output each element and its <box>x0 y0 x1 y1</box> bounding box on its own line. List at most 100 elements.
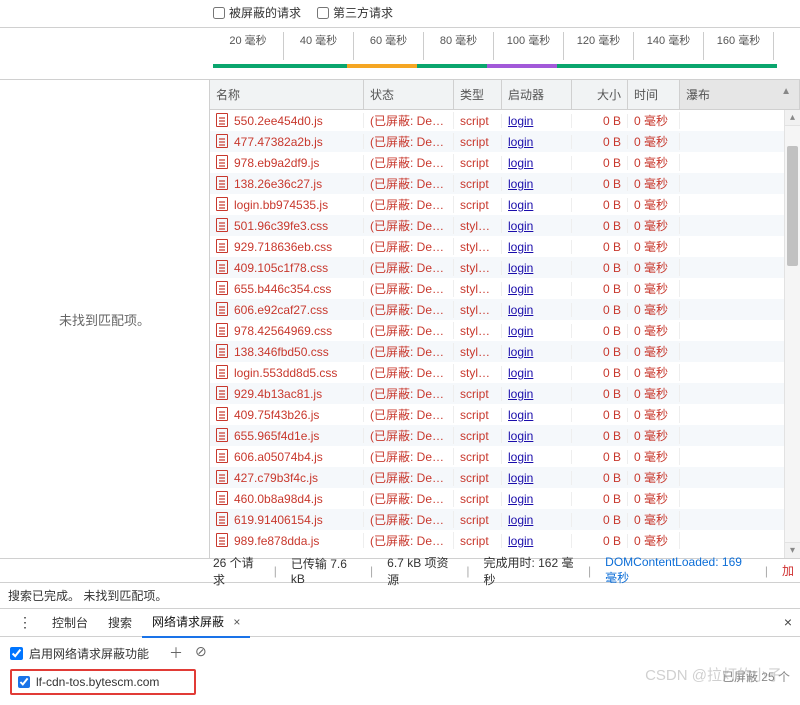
clear-patterns-icon[interactable]: ⊘ <box>195 643 207 663</box>
cell-initiator[interactable]: login <box>502 219 572 233</box>
cell-type: script <box>454 198 502 212</box>
third-party-filter[interactable]: 第三方请求 <box>317 4 393 21</box>
table-row[interactable]: login.bb974535.js(已屏蔽: De…scriptlogin0 B… <box>210 194 784 215</box>
cell-initiator[interactable]: login <box>502 282 572 296</box>
cell-initiator[interactable]: login <box>502 324 572 338</box>
cell-time: 0 毫秒 <box>628 322 680 339</box>
col-header-waterfall[interactable]: 瀑布▲ <box>680 80 800 109</box>
cell-type: script <box>454 408 502 422</box>
scroll-thumb[interactable] <box>787 146 798 266</box>
table-row[interactable]: 978.42564969.css(已屏蔽: De…styles…login0 B… <box>210 320 784 341</box>
cell-initiator[interactable]: login <box>502 387 572 401</box>
file-icon <box>216 113 228 127</box>
table-row[interactable]: 606.a05074b4.js(已屏蔽: De…scriptlogin0 B0 … <box>210 446 784 467</box>
cell-initiator[interactable]: login <box>502 534 572 548</box>
blocking-pattern-row[interactable]: lf-cdn-tos.bytescm.com <box>10 669 196 695</box>
table-row[interactable]: 929.718636eb.css(已屏蔽: De…styles…login0 B… <box>210 236 784 257</box>
cell-initiator[interactable]: login <box>502 156 572 170</box>
file-icon <box>216 533 228 547</box>
cell-initiator[interactable]: login <box>502 114 572 128</box>
cell-initiator[interactable]: login <box>502 429 572 443</box>
tab-close-icon[interactable]: × <box>233 615 240 629</box>
table-row[interactable]: 989.fe878dda.js(已屏蔽: De…scriptlogin0 B0 … <box>210 530 784 551</box>
table-row[interactable]: 655.965f4d1e.js(已屏蔽: De…scriptlogin0 B0 … <box>210 425 784 446</box>
cell-size: 0 B <box>572 177 628 191</box>
cell-type: script <box>454 156 502 170</box>
file-icon <box>216 344 228 358</box>
tab-search[interactable]: 搜索 <box>98 608 142 637</box>
pattern-enabled-checkbox[interactable] <box>18 676 30 688</box>
cell-type: script <box>454 471 502 485</box>
cell-size: 0 B <box>572 408 628 422</box>
blocked-requests-filter[interactable]: 被屏蔽的请求 <box>213 4 301 21</box>
cell-initiator[interactable]: login <box>502 345 572 359</box>
cell-initiator[interactable]: login <box>502 408 572 422</box>
cell-status: (已屏蔽: De… <box>364 175 454 192</box>
tab-console[interactable]: 控制台 <box>42 608 98 637</box>
drawer-close-icon[interactable]: × <box>784 614 792 630</box>
col-header-status[interactable]: 状态 <box>364 80 454 109</box>
third-party-checkbox[interactable] <box>317 7 329 19</box>
timeline-bar <box>487 64 557 68</box>
cell-initiator[interactable]: login <box>502 135 572 149</box>
cell-initiator[interactable]: login <box>502 513 572 527</box>
scroll-up-icon[interactable]: ▴ <box>785 110 800 126</box>
col-header-name[interactable]: 名称 <box>210 80 364 109</box>
table-row[interactable]: 409.75f43b26.js(已屏蔽: De…scriptlogin0 B0 … <box>210 404 784 425</box>
col-header-initiator[interactable]: 启动器 <box>502 80 572 109</box>
cell-time: 0 毫秒 <box>628 427 680 444</box>
sort-arrow-icon: ▲ <box>781 86 791 97</box>
table-row[interactable]: 550.2ee454d0.js(已屏蔽: De…scriptlogin0 B0 … <box>210 110 784 131</box>
table-row[interactable]: 655.b446c354.css(已屏蔽: De…styles…login0 B… <box>210 278 784 299</box>
cell-status: (已屏蔽: De… <box>364 154 454 171</box>
table-row[interactable]: 619.91406154.js(已屏蔽: De…scriptlogin0 B0 … <box>210 509 784 530</box>
more-menu-icon[interactable]: ⋮ <box>8 610 42 635</box>
cell-name: 655.b446c354.css <box>210 281 364 296</box>
table-row[interactable]: 138.346fbd50.css(已屏蔽: De…styles…login0 B… <box>210 341 784 362</box>
cell-initiator[interactable]: login <box>502 492 572 506</box>
cell-name: 978.eb9a2df9.js <box>210 155 364 170</box>
cell-size: 0 B <box>572 240 628 254</box>
table-row[interactable]: 409.105c1f78.css(已屏蔽: De…styles…login0 B… <box>210 257 784 278</box>
cell-initiator[interactable]: login <box>502 261 572 275</box>
cell-type: script <box>454 429 502 443</box>
cell-initiator[interactable]: login <box>502 198 572 212</box>
cell-initiator[interactable]: login <box>502 240 572 254</box>
scroll-down-icon[interactable]: ▾ <box>785 542 800 558</box>
cell-type: styles… <box>454 345 502 359</box>
table-row[interactable]: 138.26e36c27.js(已屏蔽: De…scriptlogin0 B0 … <box>210 173 784 194</box>
scrollbar[interactable]: ▴ ▾ <box>784 110 800 558</box>
cell-name: 606.a05074b4.js <box>210 449 364 464</box>
blocked-requests-label: 被屏蔽的请求 <box>229 4 301 21</box>
table-row[interactable]: 501.96c39fe3.css(已屏蔽: De…styles…login0 B… <box>210 215 784 236</box>
file-icon <box>216 407 228 421</box>
add-pattern-icon[interactable]: ＋ <box>169 643 183 663</box>
table-row[interactable]: 477.47382a2b.js(已屏蔽: De…scriptlogin0 B0 … <box>210 131 784 152</box>
cell-time: 0 毫秒 <box>628 532 680 549</box>
cell-status: (已屏蔽: De… <box>364 490 454 507</box>
cell-initiator[interactable]: login <box>502 366 572 380</box>
cell-type: script <box>454 513 502 527</box>
col-header-size[interactable]: 大小 <box>572 80 628 109</box>
blocked-requests-checkbox[interactable] <box>213 7 225 19</box>
cell-size: 0 B <box>572 471 628 485</box>
table-row[interactable]: 460.0b8a98d4.js(已屏蔽: De…scriptlogin0 B0 … <box>210 488 784 509</box>
cell-initiator[interactable]: login <box>502 177 572 191</box>
table-row[interactable]: 606.e92caf27.css(已屏蔽: De…styles…login0 B… <box>210 299 784 320</box>
timeline-tick: 20 毫秒 <box>213 32 283 60</box>
cell-initiator[interactable]: login <box>502 303 572 317</box>
col-header-time[interactable]: 时间 <box>628 80 680 109</box>
cell-name: 427.c79b3f4c.js <box>210 470 364 485</box>
timeline-overview[interactable]: 20 毫秒40 毫秒60 毫秒80 毫秒100 毫秒120 毫秒140 毫秒16… <box>0 28 800 80</box>
cell-initiator[interactable]: login <box>502 471 572 485</box>
table-row[interactable]: 929.4b13ac81.js(已屏蔽: De…scriptlogin0 B0 … <box>210 383 784 404</box>
cell-initiator[interactable]: login <box>502 450 572 464</box>
enable-blocking-checkbox[interactable] <box>10 647 23 660</box>
table-row[interactable]: 978.eb9a2df9.js(已屏蔽: De…scriptlogin0 B0 … <box>210 152 784 173</box>
table-row[interactable]: 427.c79b3f4c.js(已屏蔽: De…scriptlogin0 B0 … <box>210 467 784 488</box>
table-row[interactable]: login.553dd8d5.css(已屏蔽: De…styles…login0… <box>210 362 784 383</box>
cell-time: 0 毫秒 <box>628 217 680 234</box>
tab-network-blocking[interactable]: 网络请求屏蔽 × <box>142 607 250 638</box>
col-header-type[interactable]: 类型 <box>454 80 502 109</box>
cell-time: 0 毫秒 <box>628 175 680 192</box>
